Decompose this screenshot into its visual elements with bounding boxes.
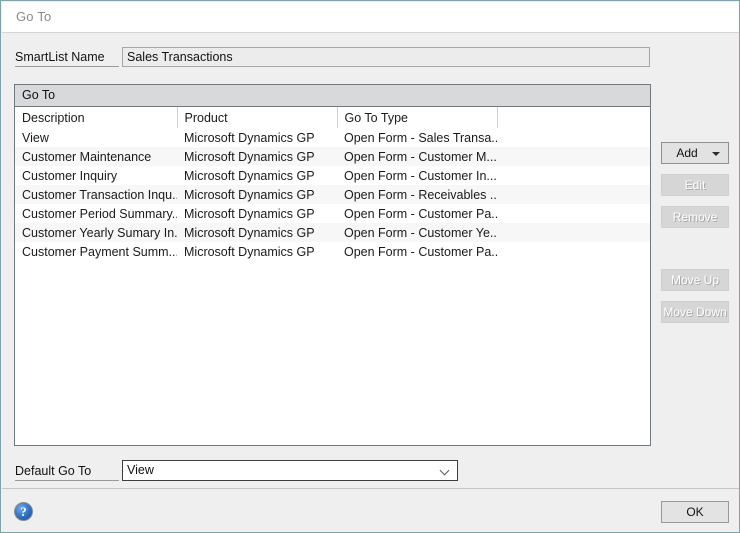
chevron-down-icon xyxy=(441,467,450,476)
column-header-product[interactable]: Product xyxy=(177,107,338,128)
dialog-footer: ? OK xyxy=(2,488,739,532)
cell-description: Customer Period Summary... xyxy=(22,206,177,221)
ok-button[interactable]: OK xyxy=(661,501,729,523)
go-to-table: Description Product Go To Type View Micro… xyxy=(15,107,650,261)
table-row[interactable]: Customer Transaction Inqu... Microsoft Dy… xyxy=(15,185,650,204)
table-row[interactable]: Customer Maintenance Microsoft Dynamics G… xyxy=(15,147,650,166)
chevron-down-icon xyxy=(712,152,720,156)
go-to-dialog-window: Go To SmartList Name Go To Description P… xyxy=(0,0,740,533)
cell-blank xyxy=(497,242,650,261)
help-icon[interactable]: ? xyxy=(14,502,33,521)
cell-product: Microsoft Dynamics GP xyxy=(177,223,337,242)
cell-goto-type: Open Form - Sales Transa... xyxy=(344,130,497,145)
cell-goto-type: Open Form - Receivables ... xyxy=(337,185,497,204)
cell-blank xyxy=(497,147,650,166)
cell-goto-type: Open Form - Customer Pa... xyxy=(344,206,497,221)
smartlist-name-input[interactable] xyxy=(122,47,650,67)
smartlist-name-label: SmartList Name xyxy=(15,50,119,67)
window-title: Go To xyxy=(16,9,52,24)
column-header-description[interactable]: Description xyxy=(15,107,178,128)
cell-product: Microsoft Dynamics GP xyxy=(184,168,315,183)
dialog-body: SmartList Name Go To Description Product… xyxy=(2,33,739,488)
table-body: View Microsoft Dynamics GP Open Form - Sal… xyxy=(15,128,650,261)
default-goto-value: View xyxy=(127,463,154,477)
cell-goto-type: Open Form - Customer Pa... xyxy=(344,244,497,259)
table-row[interactable]: Customer Period Summary... Microsoft Dyna… xyxy=(15,204,650,223)
add-button[interactable]: Add xyxy=(661,142,729,164)
table-header-row: Description Product Go To Type xyxy=(15,107,650,128)
list-group-title: Go To xyxy=(22,88,56,102)
move-down-button[interactable]: Move Down xyxy=(661,301,729,323)
column-header-blank[interactable] xyxy=(497,107,650,128)
help-icon-glyph: ? xyxy=(20,504,27,519)
default-goto-dropdown[interactable]: View xyxy=(122,460,458,481)
cell-description: Customer Payment Summ... xyxy=(22,244,177,259)
cell-blank xyxy=(497,204,650,223)
cell-product: Microsoft Dynamics GP xyxy=(184,244,315,259)
column-header-goto-type[interactable]: Go To Type xyxy=(337,107,498,128)
table-row[interactable]: Customer Yearly Sumary In... Microsoft Dy… xyxy=(15,223,650,242)
cell-product: Microsoft Dynamics GP xyxy=(184,130,315,145)
table-row[interactable]: Customer Payment Summ... Microsoft Dynami… xyxy=(15,242,650,261)
cell-description: View xyxy=(22,130,49,145)
cell-description: Customer Transaction Inqu... xyxy=(15,185,177,204)
add-button-label: Add xyxy=(676,146,698,160)
cell-blank xyxy=(497,223,650,242)
move-up-button[interactable]: Move Up xyxy=(661,269,729,291)
cell-description: Customer Inquiry xyxy=(22,168,118,183)
cell-blank xyxy=(497,128,650,147)
cell-product: Microsoft Dynamics GP xyxy=(177,147,337,166)
cell-product: Microsoft Dynamics GP xyxy=(184,206,315,221)
remove-button[interactable]: Remove xyxy=(661,206,729,228)
cell-product: Microsoft Dynamics GP xyxy=(177,185,337,204)
cell-goto-type: Open Form - Customer M... xyxy=(337,147,497,166)
edit-button[interactable]: Edit xyxy=(661,174,729,196)
cell-goto-type: Open Form - Customer Ye... xyxy=(337,223,497,242)
table-row[interactable]: Customer Inquiry Microsoft Dynamics GP Ope… xyxy=(15,166,650,185)
go-to-list: Go To Description Product Go To Type Vie… xyxy=(14,84,651,446)
default-goto-label: Default Go To xyxy=(15,464,119,481)
title-bar: Go To xyxy=(2,2,739,33)
list-group-header: Go To xyxy=(15,85,650,107)
cell-description: Customer Yearly Sumary In... xyxy=(15,223,177,242)
cell-goto-type: Open Form - Customer In... xyxy=(344,168,497,183)
table-row[interactable]: View Microsoft Dynamics GP Open Form - Sal… xyxy=(15,128,650,147)
cell-blank xyxy=(497,166,650,185)
cell-description: Customer Maintenance xyxy=(15,147,177,166)
cell-blank xyxy=(497,185,650,204)
